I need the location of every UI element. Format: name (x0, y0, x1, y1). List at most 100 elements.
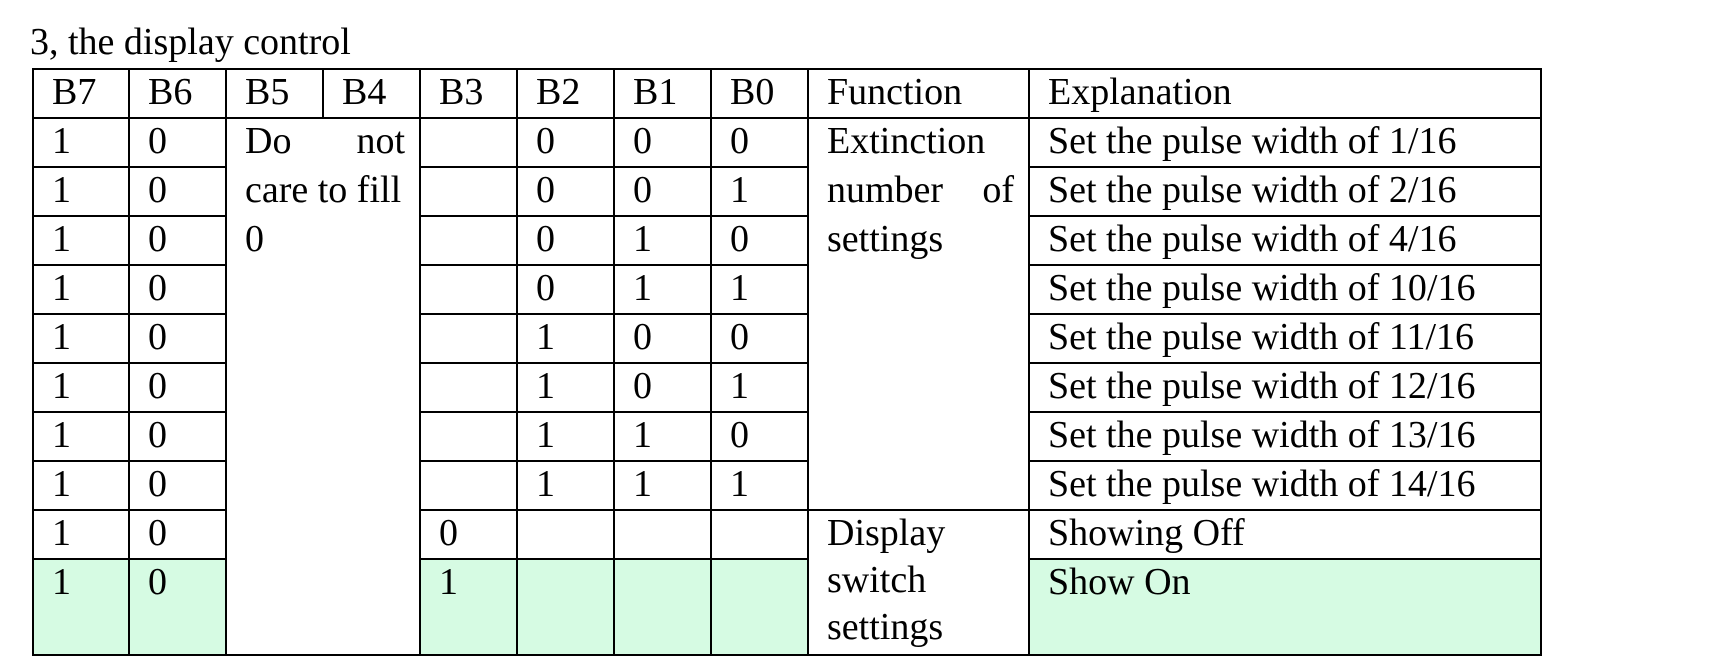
cell-b0: 0 (710, 411, 809, 462)
cell-explanation: Set the pulse width of 13/16 (1028, 411, 1542, 462)
header-b4: B4 (322, 68, 421, 119)
function-extinction-line-1: Extinction (827, 120, 986, 162)
header-b6: B6 (128, 68, 227, 119)
cell-b0: 0 (710, 117, 809, 168)
cell-explanation: Set the pulse width of 10/16 (1028, 264, 1542, 315)
cell-b6: 0 (128, 117, 227, 168)
cell-b6: 0 (128, 264, 227, 315)
cell-b6: 0 (128, 411, 227, 462)
cell-explanation: Set the pulse width of 2/16 (1028, 166, 1542, 217)
cell-b1: 1 (613, 411, 712, 462)
cell-b7: 1 (32, 313, 130, 364)
cell-b2 (516, 509, 615, 560)
cell-b2: 1 (516, 362, 615, 413)
cell-b0: 1 (710, 460, 809, 511)
function-display-line-2: switch (827, 559, 927, 601)
cell-explanation: Set the pulse width of 4/16 (1028, 215, 1542, 266)
header-function: Function (807, 68, 1030, 119)
cell-b6: 0 (128, 558, 227, 656)
cell-explanation: Set the pulse width of 11/16 (1028, 313, 1542, 364)
cell-b7: 1 (32, 215, 130, 266)
dont-care-word-not: not (356, 120, 405, 162)
cell-b6: 0 (128, 313, 227, 364)
display-control-table: B7 B6 B5 B4 B3 B2 B1 B0 Function Explana… (32, 68, 1542, 656)
function-display-line-1: Display (827, 512, 946, 554)
function-display-cell: Display switch settings (807, 509, 1030, 656)
cell-b2: 0 (516, 117, 615, 168)
cell-b3 (419, 362, 518, 413)
cell-b7: 1 (32, 509, 130, 560)
dont-care-word-do: Do (245, 120, 292, 162)
cell-b3 (419, 117, 518, 168)
cell-b3 (419, 411, 518, 462)
cell-b3: 0 (419, 509, 518, 560)
cell-b2: 0 (516, 215, 615, 266)
cell-b6: 0 (128, 460, 227, 511)
cell-b6: 0 (128, 215, 227, 266)
header-b5: B5 (225, 68, 324, 119)
cell-b0 (710, 509, 809, 560)
cell-b3 (419, 460, 518, 511)
cell-b7: 1 (32, 166, 130, 217)
dont-care-line-1: Do not (245, 120, 405, 168)
cell-b0: 1 (710, 166, 809, 217)
cell-explanation: Show On (1028, 558, 1542, 656)
dont-care-line-3: 0 (245, 218, 264, 260)
cell-b0: 1 (710, 362, 809, 413)
header-b7: B7 (32, 68, 130, 119)
cell-b2: 1 (516, 411, 615, 462)
header-b3: B3 (419, 68, 518, 119)
cell-b0: 0 (710, 215, 809, 266)
cell-b0: 1 (710, 264, 809, 315)
cell-b2: 0 (516, 264, 615, 315)
cell-b6: 0 (128, 362, 227, 413)
function-extinction-cell: Extinction number of settings (807, 117, 1030, 511)
cell-b1 (613, 558, 712, 656)
cell-b2: 0 (516, 166, 615, 217)
cell-b1: 1 (613, 460, 712, 511)
function-extinction-line-2: number of (827, 168, 1014, 217)
cell-b3 (419, 264, 518, 315)
cell-b1: 0 (613, 166, 712, 217)
section-heading: 3, the display control (30, 21, 351, 63)
cell-b1 (613, 509, 712, 560)
function-word-of: of (982, 169, 1014, 211)
cell-explanation: Set the pulse width of 12/16 (1028, 362, 1542, 413)
cell-b7: 1 (32, 117, 130, 168)
cell-b0 (710, 558, 809, 656)
cell-explanation: Showing Off (1028, 509, 1542, 560)
cell-b7: 1 (32, 362, 130, 413)
dont-care-line-2: care to fill (245, 169, 402, 211)
cell-b6: 0 (128, 166, 227, 217)
function-display-line-3: settings (827, 606, 944, 648)
cell-b2: 1 (516, 313, 615, 364)
header-b2: B2 (516, 68, 615, 119)
header-row: B7 B6 B5 B4 B3 B2 B1 B0 Function Explana… (32, 68, 1542, 119)
cell-b3 (419, 215, 518, 266)
cell-b3 (419, 313, 518, 364)
table-row: 1 0 Do not care to fill 0 0 0 0 Extinctio… (32, 117, 1542, 656)
cell-b6: 0 (128, 509, 227, 560)
cell-b0: 0 (710, 313, 809, 364)
function-word-number: number (827, 169, 944, 211)
function-extinction-line-3: settings (827, 218, 944, 260)
cell-b1: 0 (613, 313, 712, 364)
header-b1: B1 (613, 68, 712, 119)
header-explanation: Explanation (1028, 68, 1542, 119)
cell-b7: 1 (32, 411, 130, 462)
cell-b1: 1 (613, 215, 712, 266)
cell-b7: 1 (32, 558, 130, 656)
cell-explanation: Set the pulse width of 1/16 (1028, 117, 1542, 168)
cell-b3: 1 (419, 558, 518, 656)
cell-explanation: Set the pulse width of 14/16 (1028, 460, 1542, 511)
dont-care-cell: Do not care to fill 0 (225, 117, 421, 656)
cell-b2: 1 (516, 460, 615, 511)
cell-b1: 0 (613, 117, 712, 168)
cell-b2 (516, 558, 615, 656)
cell-b7: 1 (32, 264, 130, 315)
cell-b1: 1 (613, 264, 712, 315)
header-b0: B0 (710, 68, 809, 119)
cell-b3 (419, 166, 518, 217)
cell-b7: 1 (32, 460, 130, 511)
cell-b1: 0 (613, 362, 712, 413)
